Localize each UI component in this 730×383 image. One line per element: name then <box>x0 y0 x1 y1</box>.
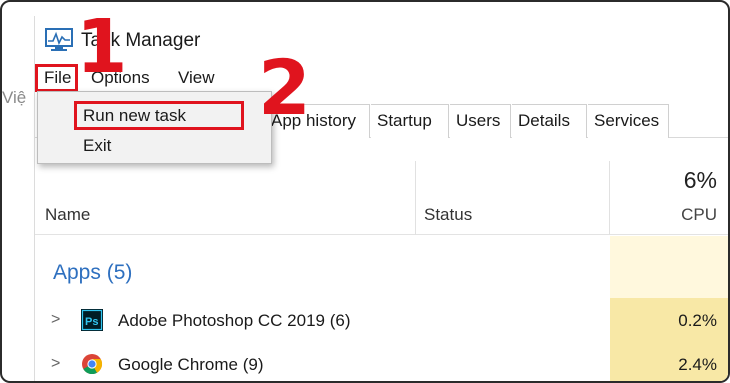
tab-details[interactable]: Details <box>512 104 587 138</box>
process-name: Adobe Photoshop CC 2019 (6) <box>118 311 351 330</box>
svg-text:Ps: Ps <box>85 316 98 328</box>
menu-view[interactable]: View <box>178 68 215 88</box>
step-marker-1: 1 <box>76 4 128 90</box>
task-manager-window: Task Manager File Options View App histo… <box>34 16 728 381</box>
group-apps[interactable]: Apps (5) <box>53 261 132 285</box>
task-manager-icon <box>45 28 73 51</box>
run-new-task-highlight-box <box>74 101 244 130</box>
process-name: Google Chrome (9) <box>118 355 264 374</box>
cpu-total: 6% <box>683 167 717 193</box>
column-name[interactable]: Name <box>45 205 90 225</box>
process-cpu: 2.4% <box>678 355 717 374</box>
expand-chevron-icon[interactable]: > <box>51 355 60 373</box>
title-bar: Task Manager <box>35 16 728 62</box>
expand-chevron-icon[interactable]: > <box>51 311 60 329</box>
process-row[interactable]: > Ps Adobe Photoshop CC 2019 (6) 0.2% <box>35 300 728 344</box>
step-marker-2: 2 <box>258 43 311 132</box>
file-highlight-box <box>35 64 78 92</box>
tab-services[interactable]: Services <box>588 104 669 138</box>
column-divider[interactable] <box>609 161 610 235</box>
column-divider[interactable] <box>415 161 416 235</box>
screenshot-frame: Việ Task Manager File Options View App h… <box>0 0 730 383</box>
chrome-icon <box>82 354 103 375</box>
column-status[interactable]: Status <box>424 205 472 225</box>
cpu-heat-group <box>610 236 728 298</box>
photoshop-icon: Ps <box>81 309 103 331</box>
background-window-text: Việ <box>2 88 27 107</box>
menu-item-exit[interactable]: Exit <box>83 136 111 156</box>
column-cpu[interactable]: CPU <box>681 205 717 225</box>
tab-startup[interactable]: Startup <box>371 104 449 138</box>
process-cpu: 0.2% <box>678 311 717 330</box>
menu-bar: File Options View <box>35 64 728 94</box>
tab-users[interactable]: Users <box>450 104 511 138</box>
process-row[interactable]: > Google Chrome (9) 2.4% <box>35 344 728 381</box>
